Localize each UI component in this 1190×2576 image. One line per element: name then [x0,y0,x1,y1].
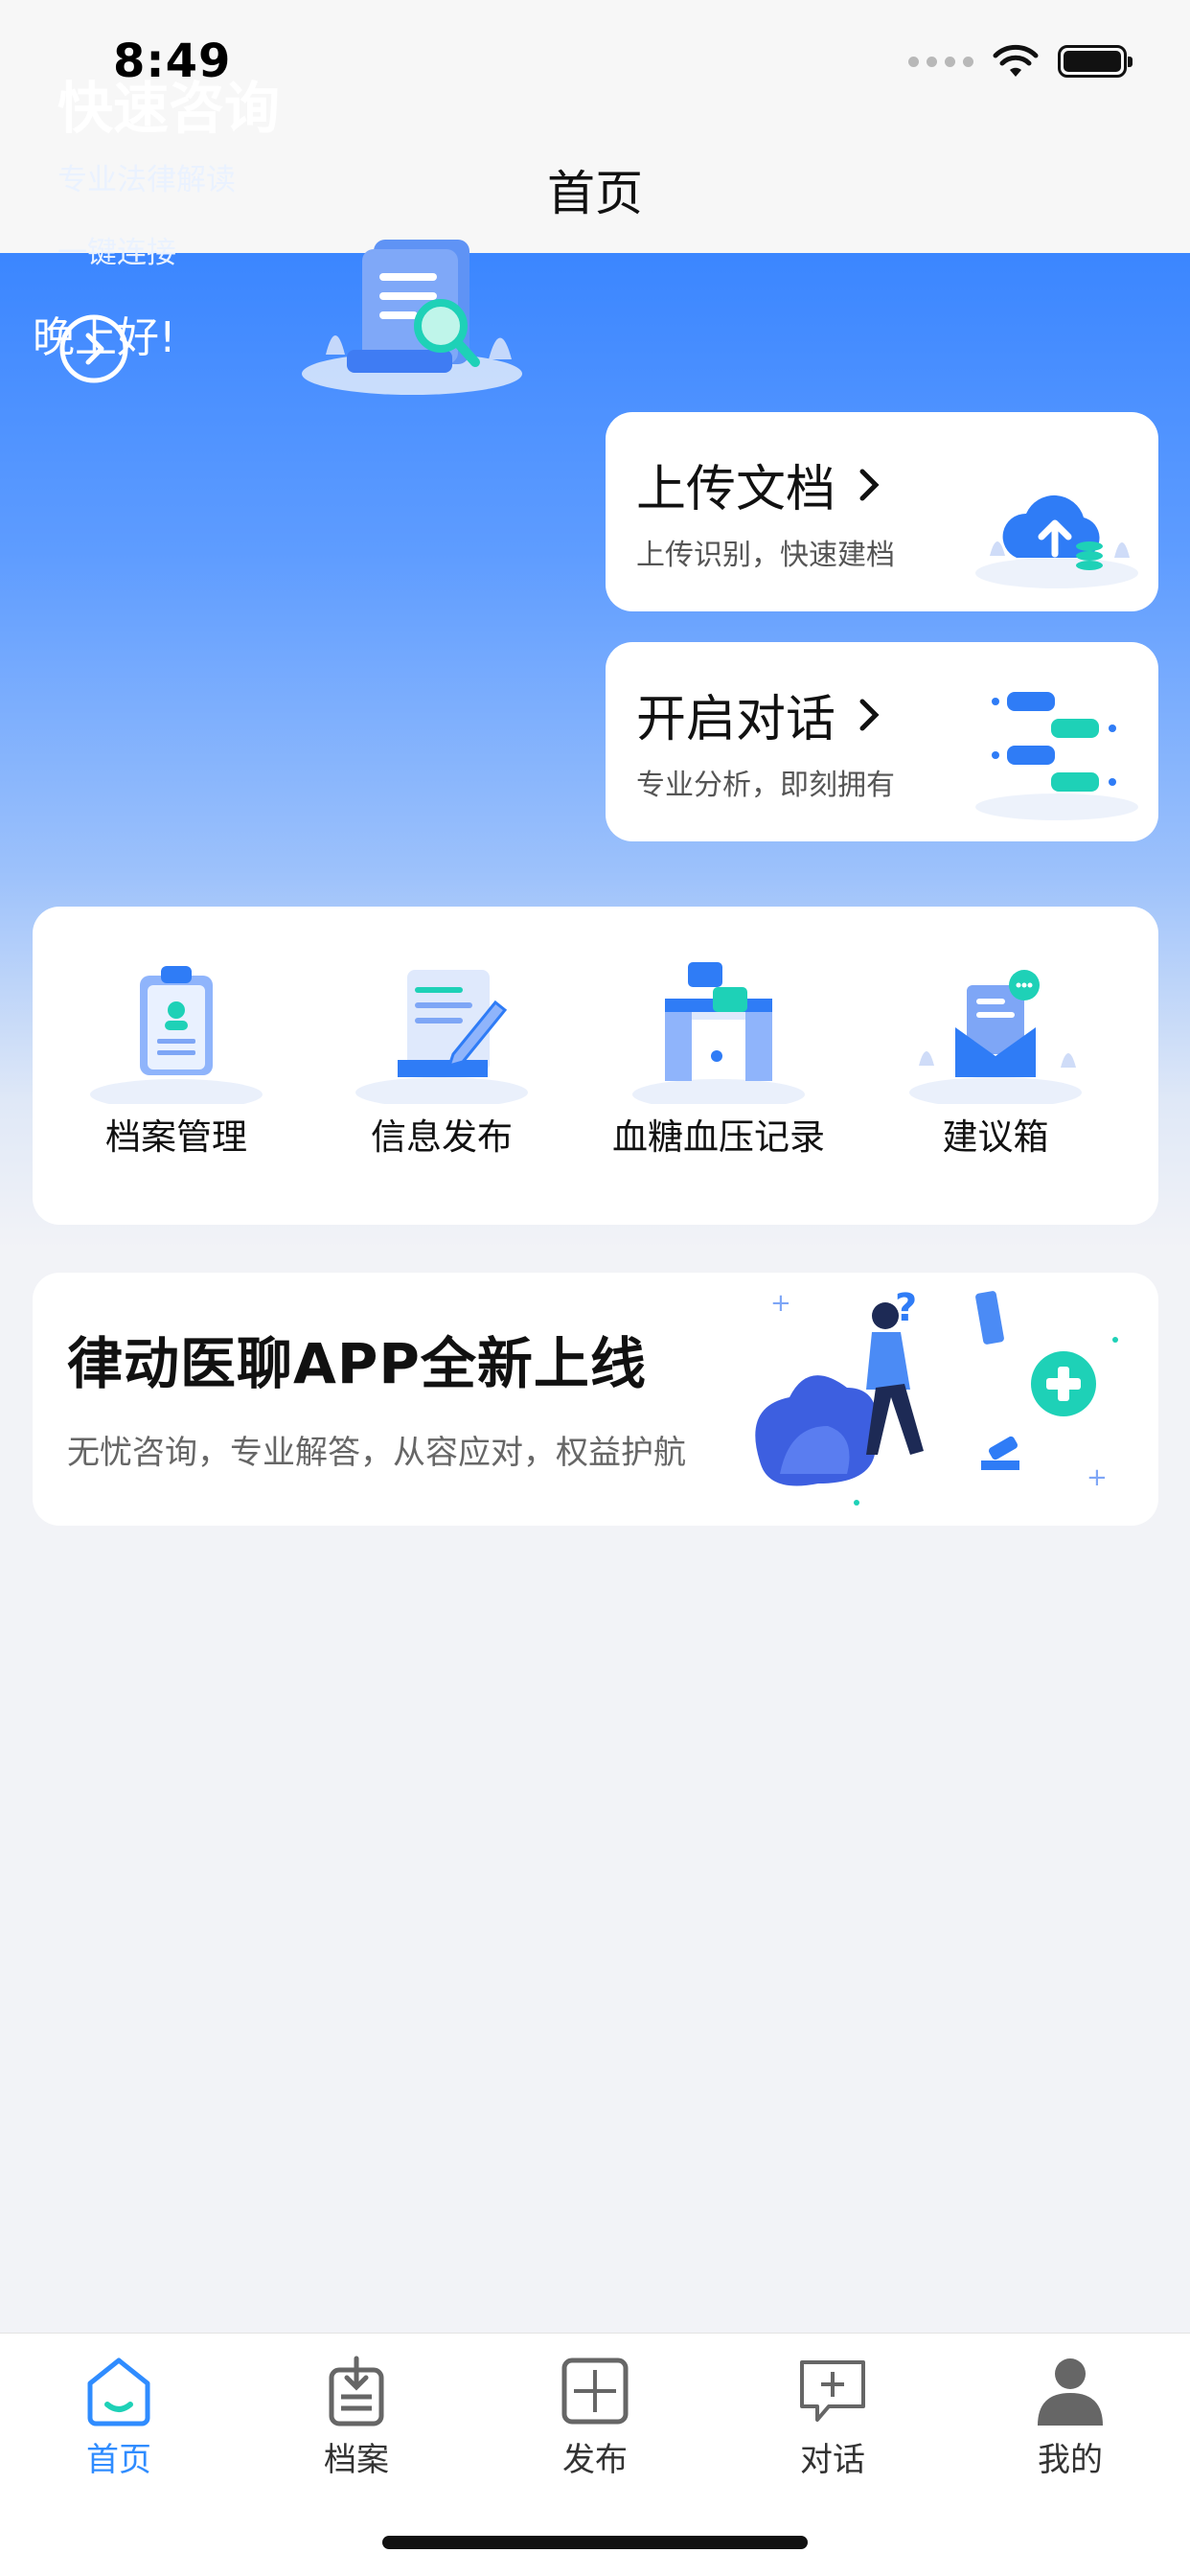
quick-consult-subtitle: 专业法律解读 [57,163,236,197]
grid-item-suggestion-box[interactable]: 建议箱 [871,907,1120,1225]
upload-document-title: 上传文档 [636,461,836,518]
upload-document-title-row: 上传文档 [636,448,889,520]
start-chat-title: 开启对话 [636,691,836,748]
upload-document-subtitle: 上传识别，快速建档 [636,539,895,572]
chevron-right-icon [859,699,880,730]
svg-text:?: ? [895,1286,917,1330]
grid-item-blood-record[interactable]: 血糖血压记录 [594,907,843,1225]
feature-grid-card: 档案管理 信息发布 血糖血压记录 建议箱 [33,907,1158,1225]
battery-icon [1058,45,1133,78]
svg-text:+: + [770,1289,791,1318]
archive-icon [329,2356,384,2426]
quick-consult-title: 快速咨询 [57,76,281,141]
chat-gate-icon [632,962,805,1104]
chat-messages-icon [975,692,1138,820]
start-chat-title-row: 开启对话 [636,678,889,750]
wifi-icon [993,44,1039,77]
tab-label: 发布 [562,2441,628,2479]
upload-document-card[interactable]: 上传文档 上传识别，快速建档 [606,412,1158,611]
quick-consult-subtitle-2: 一键连接 [57,236,176,270]
document-search-icon [302,240,522,395]
mail-envelope-icon [909,970,1082,1104]
home-indicator [382,2536,808,2549]
start-chat-subtitle: 专业分析，即刻拥有 [636,769,895,802]
tab-label: 首页 [86,2441,151,2479]
chat-bubble-icon [800,2360,865,2422]
promo-title: 律动医聊APP全新上线 [67,1331,647,1396]
tab-home[interactable]: 首页 [42,2355,195,2479]
tab-publish[interactable]: 发布 [518,2355,672,2479]
start-chat-card[interactable]: 开启对话 专业分析，即刻拥有 [606,642,1158,841]
tab-label: 档案 [324,2441,389,2479]
document-pen-icon [355,970,528,1104]
user-icon [1038,2358,1103,2426]
promo-banner[interactable]: 律动医聊APP全新上线 无忧咨询，专业解答，从容应对，权益护航 + + ? [33,1273,1158,1526]
tab-mine[interactable]: 我的 [994,2355,1147,2479]
svg-text:+: + [1087,1463,1108,1492]
promo-subtitle: 无忧咨询，专业解答，从容应对，权益护航 [67,1434,686,1472]
grid-item-label: 档案管理 [105,1116,247,1158]
grid-item-info-publish[interactable]: 信息发布 [317,907,566,1225]
grid-item-archive-management[interactable]: 档案管理 [52,907,301,1225]
status-icons [908,44,1133,79]
page-title: 首页 [547,166,643,221]
home-icon [87,2358,150,2426]
signal-icon [908,56,973,67]
grid-item-label: 信息发布 [371,1116,513,1158]
tab-label: 对话 [800,2441,865,2479]
tab-chat[interactable]: 对话 [756,2355,909,2479]
grid-item-label: 建议箱 [942,1116,1049,1158]
cloud-upload-icon [975,494,1138,588]
grid-item-label: 血糖血压记录 [612,1116,825,1158]
arrow-right-circle-icon[interactable] [57,312,130,385]
tab-archive[interactable]: 档案 [280,2355,433,2479]
tab-label: 我的 [1038,2441,1103,2479]
clipboard-profile-icon [90,966,263,1104]
chevron-right-icon [859,469,880,500]
person-illustration-icon: + + ? [755,1286,1118,1506]
plus-square-icon [561,2358,629,2425]
